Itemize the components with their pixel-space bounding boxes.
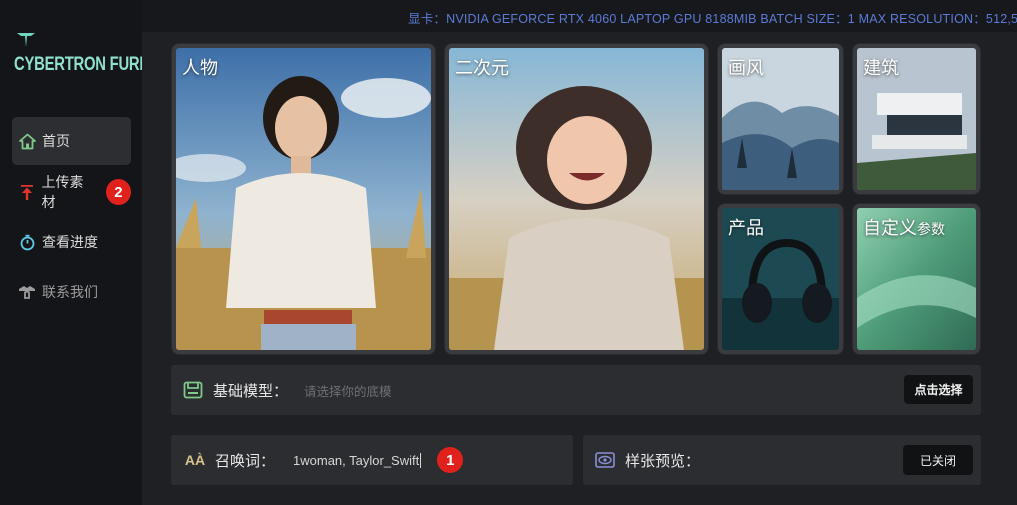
prompt-label: 召唤词： [215,451,276,470]
app-logo: CYBERTRON FURNACE [14,32,181,76]
handshake-icon [18,283,36,301]
category-card-anime[interactable]: 二次元 [445,44,708,354]
home-icon [18,132,36,150]
text-style-icon: AÀ [184,452,206,468]
sidebar-item-home[interactable]: 首页 [12,117,131,165]
top-status-bar: 显卡：NVIDIA GEFORCE RTX 4060 LAPTOP GPU 81… [0,0,1017,32]
sidebar-item-contact[interactable]: 联系我们 [12,268,131,316]
anime-image [449,48,704,350]
select-model-button[interactable]: 点击选择 [904,375,973,404]
step-badge-2: 2 [105,179,131,205]
category-card-portrait[interactable]: 人物 [172,44,435,354]
preview-toggle-button[interactable]: 已关闭 [903,445,973,475]
category-card-product[interactable]: 产品 [718,204,843,354]
category-card-architecture[interactable]: 建筑 [853,44,980,194]
prompt-input[interactable]: 1woman, Taylor_Swift [293,452,422,468]
sidebar-item-label: 首页 [42,134,70,150]
category-card-art-style[interactable]: 画风 [718,44,843,194]
category-card-custom[interactable]: 自定义参数 [853,204,980,354]
logo-text: CYBERTRON FURNACE [14,54,181,75]
logo-mark-icon [17,33,35,47]
sidebar-item-upload[interactable]: 上传素材 2 [12,168,131,216]
category-label: 人物 [182,58,218,79]
preview-label: 样张预览： [625,451,701,470]
category-label: 二次元 [455,58,509,79]
category-label: 建筑 [863,58,899,79]
sidebar-item-label: 上传素材 [41,175,84,211]
step-badge-1: 1 [437,447,464,473]
category-label: 自定义参数 [863,218,945,239]
sidebar-item-progress[interactable]: 查看进度 [12,218,131,266]
timer-icon [18,233,36,251]
base-model-panel: 基础模型： 请选择你的底模 [171,365,981,415]
prompt-panel[interactable]: AÀ 召唤词： 1woman, Taylor_Swift 1 [171,435,573,485]
base-model-placeholder: 请选择你的底模 [304,383,392,399]
main-content: 人物 二次元 画风 建筑 产品 自定义参数 基础模型： 请选择你的底模 点击选择… [142,32,1017,505]
eye-icon [595,450,615,470]
model-icon [183,380,203,400]
sidebar: CYBERTRON FURNACE 首页 上传素材 2 查看进度 联系我们 [0,0,181,505]
portrait-image [176,48,431,350]
category-label: 画风 [728,58,764,79]
upload-icon [18,183,35,201]
category-label: 产品 [728,218,764,239]
sidebar-item-label: 联系我们 [42,285,98,301]
base-model-label: 基础模型： [213,381,289,400]
gpu-info-text: 显卡：NVIDIA GEFORCE RTX 4060 LAPTOP GPU 81… [408,12,1017,26]
sidebar-item-label: 查看进度 [42,235,98,251]
